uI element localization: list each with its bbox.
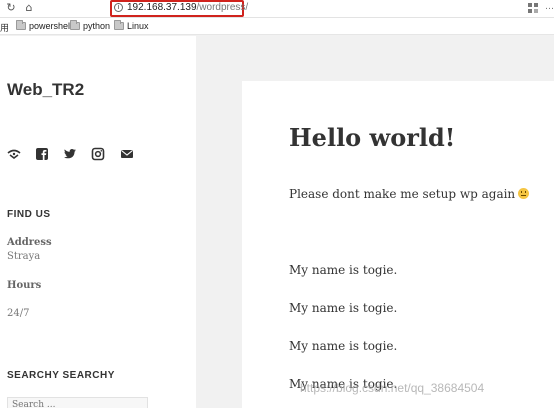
search-widget-title: SEARCHY SEARCHY xyxy=(7,370,115,381)
wordpress-icon[interactable] xyxy=(7,147,21,161)
bookmarks-bar: 用 powershell python Linux xyxy=(0,18,554,35)
url-host: 192.168.37.139 xyxy=(127,2,197,13)
find-us-title: FIND US xyxy=(7,209,51,220)
instagram-icon[interactable] xyxy=(91,147,105,161)
more-icon[interactable]: … xyxy=(545,2,554,12)
bookmark-linux[interactable]: Linux xyxy=(114,20,149,32)
site-title[interactable]: Web_TR2 xyxy=(7,80,84,100)
post-paragraph: My name is togie. xyxy=(289,301,398,315)
post-paragraph: My name is togie. xyxy=(289,339,398,353)
url-path: /wordpress/ xyxy=(196,2,249,13)
hours-value: 24/7 xyxy=(7,308,30,319)
browser-address-bar: ↻ ⌂ i 192.168.37.139/wordpress/ … xyxy=(0,0,554,18)
folder-icon xyxy=(70,20,80,30)
post-lead-text: Please dont make me setup wp again xyxy=(289,187,516,201)
search-input[interactable] xyxy=(7,397,148,408)
bookmark-powershell[interactable]: powershell xyxy=(16,20,73,32)
post-paragraph: My name is togie. xyxy=(289,263,398,277)
bookmark-label: powershell xyxy=(29,21,73,31)
bookmark-python[interactable]: python xyxy=(70,20,111,32)
bookmarks-lead-label: 用 xyxy=(0,24,10,34)
folder-icon xyxy=(16,20,26,30)
address-label: Address xyxy=(7,237,52,248)
hours-label: Hours xyxy=(7,280,42,291)
email-icon[interactable] xyxy=(120,147,134,161)
folder-icon xyxy=(114,20,124,30)
post-lead: Please dont make me setup wp again xyxy=(289,187,530,201)
url-text[interactable]: 192.168.37.139/wordpress/ xyxy=(127,2,248,14)
bookmark-label: python xyxy=(83,21,111,31)
address-value: Straya xyxy=(7,251,41,262)
home-icon[interactable]: ⌂ xyxy=(22,1,36,15)
site-info-icon[interactable]: i xyxy=(114,3,123,12)
twitter-icon[interactable] xyxy=(63,147,77,161)
reload-icon[interactable]: ↻ xyxy=(4,1,18,15)
post-title[interactable]: Hello world! xyxy=(289,123,455,152)
facebook-icon[interactable] xyxy=(35,147,49,161)
bookmark-label: Linux xyxy=(127,21,149,31)
watermark: https://blog.csdn.net/qq_38684504 xyxy=(300,381,485,395)
qr-code-icon[interactable] xyxy=(528,3,538,13)
confused-face-icon xyxy=(518,188,530,199)
